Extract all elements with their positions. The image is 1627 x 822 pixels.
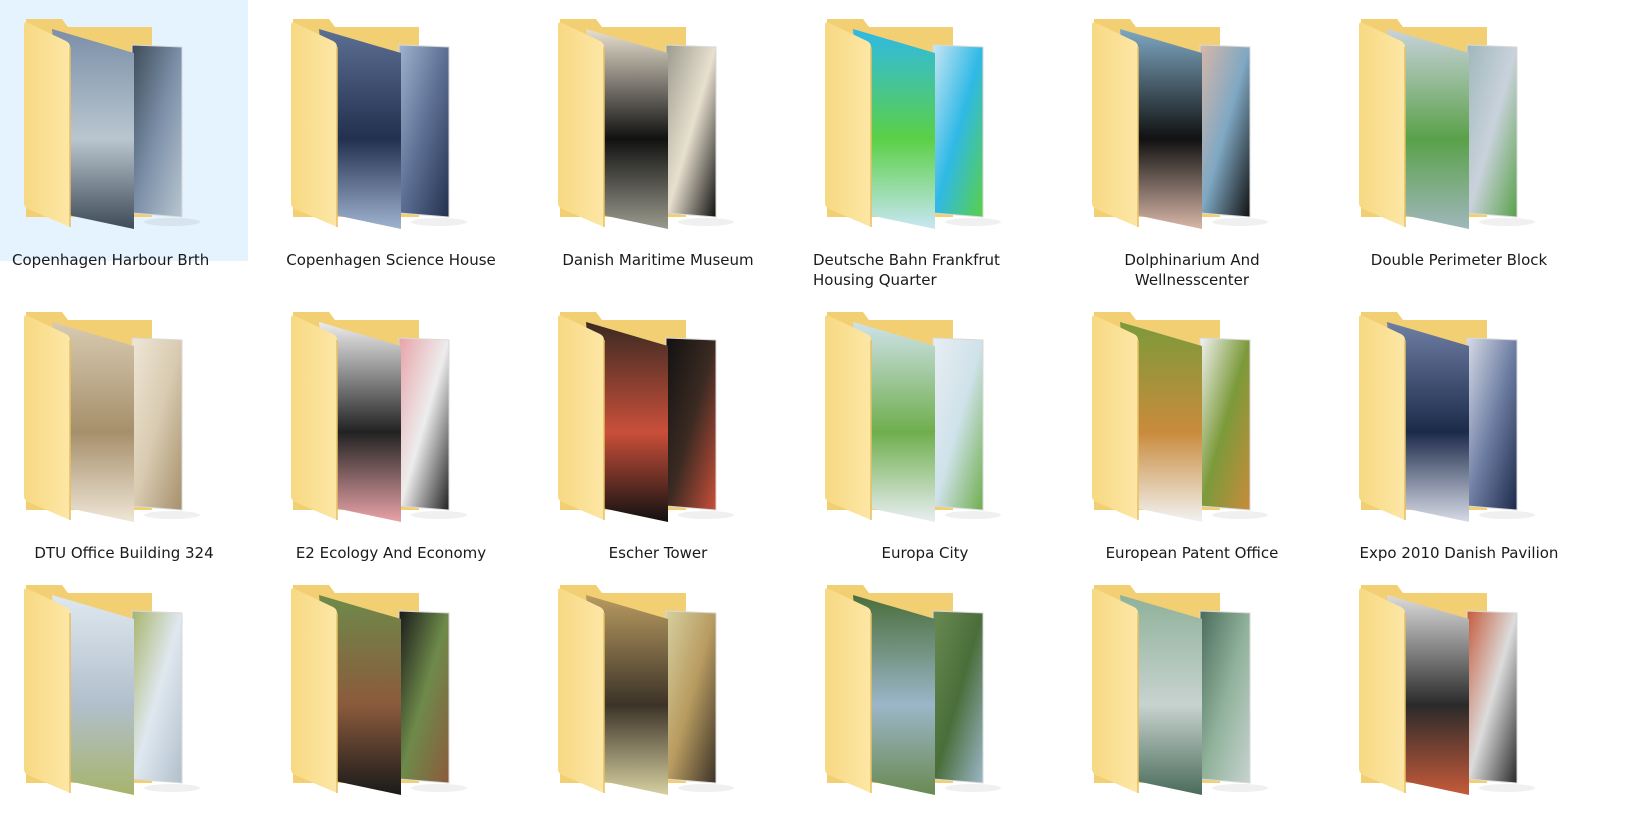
folder-icon [823, 310, 1015, 526]
folder-label: Double Perimeter Block [1370, 251, 1548, 269]
folder-icon [289, 310, 481, 526]
folder-item[interactable]: Copenhagen Harbour Brth [0, 0, 248, 269]
folder-item[interactable]: Double Perimeter Block [1335, 0, 1583, 269]
folder-label: Expo 2010 Danish Pavilion [1359, 544, 1559, 562]
folder-icon [1090, 17, 1282, 233]
folder-icon [1357, 583, 1549, 799]
folder-item[interactable]: Escher Tower [534, 293, 782, 562]
folder-item[interactable]: E2 Ecology And Economy [267, 293, 515, 562]
folder-icon [1357, 310, 1549, 526]
folder-icon [289, 17, 481, 233]
folder-icon [1357, 17, 1549, 233]
folder-icon [22, 583, 214, 799]
folder-icon [1090, 583, 1282, 799]
folder-item[interactable] [1068, 566, 1316, 822]
folder-icon [1090, 310, 1282, 526]
folder-icon [823, 17, 1015, 233]
folder-icon [22, 17, 214, 233]
folder-item[interactable]: Copenhagen Science House [267, 0, 515, 269]
folder-item[interactable]: Deutsche Bahn Frankfrut Housing Quarter [801, 0, 1049, 289]
folder-item[interactable] [801, 566, 1049, 822]
folder-item[interactable]: DTU Office Building 324 [0, 293, 248, 562]
folder-label: DTU Office Building 324 [34, 544, 214, 562]
folder-item[interactable]: Expo 2010 Danish Pavilion [1335, 293, 1583, 562]
folder-icon [289, 583, 481, 799]
folder-label: Dolphinarium And Wellnesscenter [1124, 251, 1260, 289]
folder-label: Deutsche Bahn Frankfrut Housing Quarter [813, 251, 1000, 289]
folder-item[interactable] [1335, 566, 1583, 822]
folder-item[interactable]: Europa City [801, 293, 1049, 562]
folder-label: Copenhagen Science House [286, 251, 496, 269]
folder-label: Danish Maritime Museum [562, 251, 754, 269]
folder-icon [556, 17, 748, 233]
folder-label: Europa City [881, 544, 969, 562]
folder-icon [556, 310, 748, 526]
folder-label: Copenhagen Harbour Brth [12, 251, 210, 269]
folder-item[interactable]: Danish Maritime Museum [534, 0, 782, 269]
folder-item[interactable] [0, 566, 248, 822]
folder-item[interactable] [534, 566, 782, 822]
folder-item[interactable] [267, 566, 515, 822]
folder-icon [556, 583, 748, 799]
folder-item[interactable]: European Patent Office [1068, 293, 1316, 562]
folder-icon [22, 310, 214, 526]
folder-grid: Copenhagen Harbour Brth Copenhagen Scien… [0, 0, 1627, 822]
folder-label: E2 Ecology And Economy [295, 544, 487, 562]
folder-icon [823, 583, 1015, 799]
folder-label: European Patent Office [1105, 544, 1279, 562]
folder-label: Escher Tower [608, 544, 708, 562]
folder-item[interactable]: Dolphinarium And Wellnesscenter [1068, 0, 1316, 289]
